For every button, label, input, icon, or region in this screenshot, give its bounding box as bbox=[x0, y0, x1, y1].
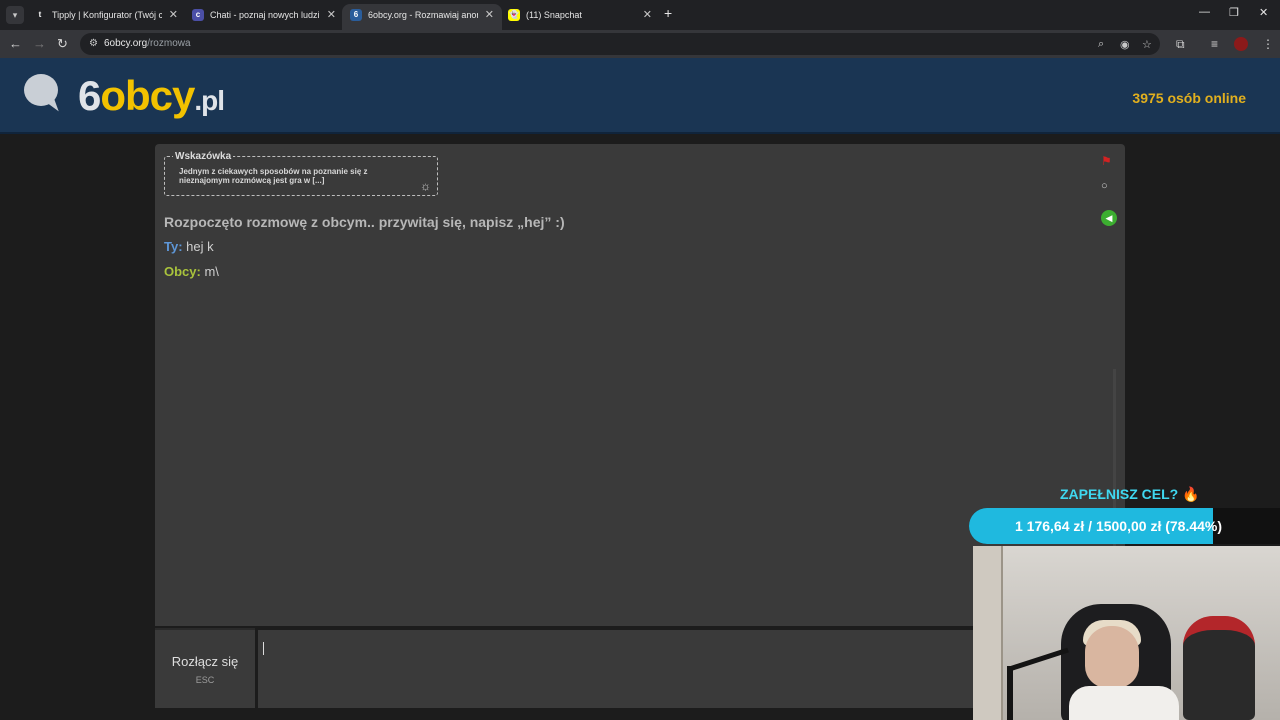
logo[interactable]: 6obcy.pl bbox=[78, 72, 225, 120]
eye-off-icon[interactable]: ◉ bbox=[1120, 38, 1130, 51]
snapchat-favicon-icon: 👻 bbox=[508, 9, 520, 21]
goal-title: ZAPEŁNISZ CEL? 🔥 bbox=[1060, 486, 1200, 503]
tab-chati[interactable]: c Chati - poznaj nowych ludzi! ✕ bbox=[184, 4, 344, 30]
goal-title-text: ZAPEŁNISZ CEL? bbox=[1060, 486, 1179, 502]
sound-toggle-icon[interactable]: ◀ bbox=[1101, 210, 1117, 226]
browser-toolbar: ← → ↻ ⚙ 6obcy.org/rozmowa ⌕ ◉ ☆ ⧉ ≡ ⋮ bbox=[0, 30, 1280, 58]
close-tab-icon[interactable]: ✕ bbox=[485, 4, 494, 26]
text-caret bbox=[263, 642, 264, 655]
webcam-person-body bbox=[1069, 686, 1179, 720]
sender-stranger: Obcy: bbox=[164, 264, 201, 279]
disconnect-label: Rozłącz się bbox=[171, 654, 239, 669]
webcam-mic-stand bbox=[1007, 666, 1013, 720]
message-input[interactable] bbox=[258, 630, 975, 708]
search-icon[interactable]: ○ bbox=[1101, 180, 1108, 192]
site-info-icon[interactable]: ⚙ bbox=[89, 38, 98, 49]
close-tab-icon[interactable]: ✕ bbox=[327, 4, 336, 26]
chati-favicon-icon: c bbox=[192, 9, 204, 21]
bookmark-star-icon[interactable]: ☆ bbox=[1142, 38, 1152, 51]
online-count: 3975 osób online bbox=[1132, 90, 1246, 106]
hint-title: Wskazówka bbox=[173, 151, 234, 162]
message-text: hej k bbox=[182, 239, 214, 254]
refresh-hint-icon[interactable]: ☼ bbox=[420, 179, 431, 193]
close-tab-icon[interactable]: ✕ bbox=[169, 4, 178, 26]
url-text[interactable]: 6obcy.org/rozmowa bbox=[104, 38, 191, 49]
tab-title: Chati - poznaj nowych ludzi! bbox=[210, 10, 320, 20]
webcam-gaming-chair bbox=[1183, 616, 1255, 720]
webcam-person-face bbox=[1085, 626, 1139, 688]
tab-snapchat[interactable]: 👻 (11) Snapchat ✕ bbox=[500, 4, 660, 30]
chat-message: Obcy: m\ bbox=[164, 264, 219, 279]
goal-amount: 1 176,64 zł / 1500,00 zł (78.44%) bbox=[1015, 518, 1223, 534]
tab-title: 6obcy.org - Rozmawiaj anonim bbox=[368, 10, 478, 20]
logo-pl: .pl bbox=[194, 85, 225, 116]
tab-title: Tipply | Konfigurator (Twój cel) bbox=[52, 10, 162, 20]
url-path: /rozmowa bbox=[147, 38, 191, 49]
webcam-door bbox=[973, 546, 1003, 720]
close-tab-icon[interactable]: ✕ bbox=[643, 4, 652, 26]
sender-you: Ty: bbox=[164, 239, 183, 254]
forward-icon[interactable]: → bbox=[33, 36, 46, 52]
disconnect-shortcut: ESC bbox=[195, 675, 215, 685]
input-row: Rozłącz się ESC bbox=[155, 628, 975, 708]
site-header: 6obcy.pl 3975 osób online bbox=[0, 58, 1280, 134]
menu-icon[interactable]: ⋮ bbox=[1262, 37, 1274, 51]
new-tab-icon[interactable]: + bbox=[664, 5, 672, 21]
tab-tipply[interactable]: t Tipply | Konfigurator (Twój cel) ✕ bbox=[26, 4, 186, 30]
report-flag-icon[interactable]: ⚑ bbox=[1101, 154, 1112, 168]
profile-avatar[interactable] bbox=[1234, 37, 1248, 51]
browser-tab-bar: ▾ t Tipply | Konfigurator (Twój cel) ✕ c… bbox=[0, 0, 1280, 30]
back-icon[interactable]: ← bbox=[9, 36, 22, 52]
6obcy-favicon-icon: 6 bbox=[350, 9, 362, 21]
goal-progress-bar: 1 176,64 zł / 1500,00 zł (78.44%) bbox=[969, 508, 1280, 544]
logo-6: 6 bbox=[78, 72, 101, 119]
logo-obcy: obcy bbox=[100, 72, 195, 119]
url-domain: 6obcy.org bbox=[104, 38, 148, 49]
media-icon[interactable]: ≡ bbox=[1211, 37, 1218, 51]
restore-icon[interactable]: ❐ bbox=[1229, 6, 1239, 19]
tab-6obcy[interactable]: 6 6obcy.org - Rozmawiaj anonim ✕ bbox=[342, 4, 502, 30]
tipply-favicon-icon: t bbox=[38, 10, 42, 19]
message-text: m\ bbox=[200, 264, 219, 279]
logo-bubble-tail bbox=[41, 94, 59, 116]
system-message: Rozpoczęto rozmowę z obcym.. przywitaj s… bbox=[164, 214, 565, 230]
fire-icon: 🔥 bbox=[1182, 486, 1200, 502]
address-bar[interactable]: ⚙ 6obcy.org/rozmowa ⌕ ◉ ☆ bbox=[80, 33, 1160, 55]
reload-icon[interactable]: ↻ bbox=[57, 36, 68, 52]
close-window-icon[interactable]: ✕ bbox=[1259, 6, 1268, 19]
tab-search-icon[interactable]: ▾ bbox=[6, 6, 24, 24]
tab-title: (11) Snapchat bbox=[526, 10, 582, 20]
minimize-icon[interactable]: — bbox=[1199, 6, 1210, 18]
disconnect-button[interactable]: Rozłącz się ESC bbox=[155, 628, 255, 708]
chat-message: Ty: hej k bbox=[164, 239, 214, 254]
zoom-icon[interactable]: ⌕ bbox=[1098, 38, 1104, 51]
hint-box[interactable]: Wskazówka Jednym z ciekawych sposobów na… bbox=[164, 151, 438, 196]
webcam-overlay bbox=[973, 546, 1280, 720]
extensions-icon[interactable]: ⧉ bbox=[1176, 37, 1185, 52]
hint-text: Jednym z ciekawych sposobów na poznanie … bbox=[179, 167, 368, 185]
